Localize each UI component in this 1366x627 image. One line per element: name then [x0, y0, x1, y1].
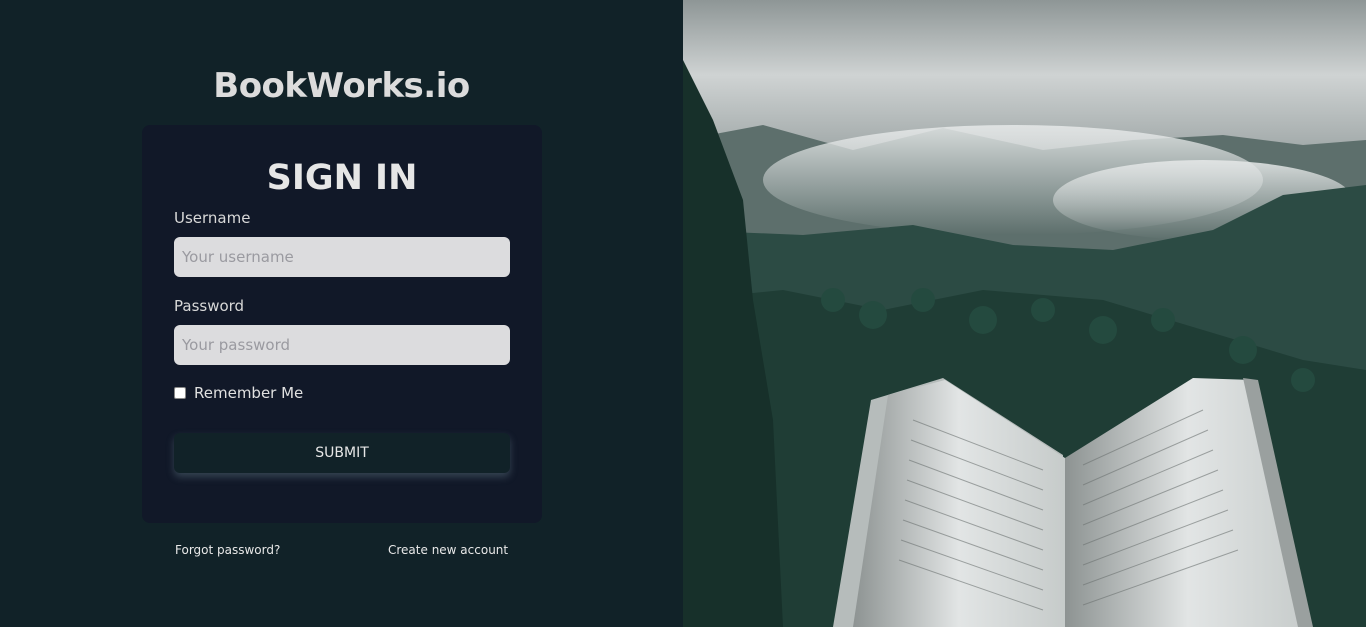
open-book-over-misty-forest-image — [683, 60, 1366, 627]
remember-me-row[interactable]: Remember Me — [174, 384, 303, 402]
password-label: Password — [174, 297, 245, 315]
login-page: BookWorks.io SIGN IN Username Password R… — [0, 0, 1366, 627]
password-input[interactable] — [174, 325, 510, 365]
remember-me-label: Remember Me — [194, 384, 304, 402]
hero-image — [683, 0, 1366, 627]
submit-button[interactable]: SUBMIT — [174, 433, 510, 473]
signin-title: SIGN IN — [266, 158, 418, 198]
brand-logo-text: BookWorks.io — [213, 66, 470, 106]
login-panel: BookWorks.io SIGN IN Username Password R… — [0, 0, 683, 627]
forgot-password-link[interactable]: Forgot password? — [175, 543, 280, 557]
username-label: Username — [174, 209, 251, 227]
create-account-link[interactable]: Create new account — [388, 543, 508, 557]
remember-me-checkbox[interactable] — [174, 387, 186, 399]
username-input[interactable] — [174, 237, 510, 277]
